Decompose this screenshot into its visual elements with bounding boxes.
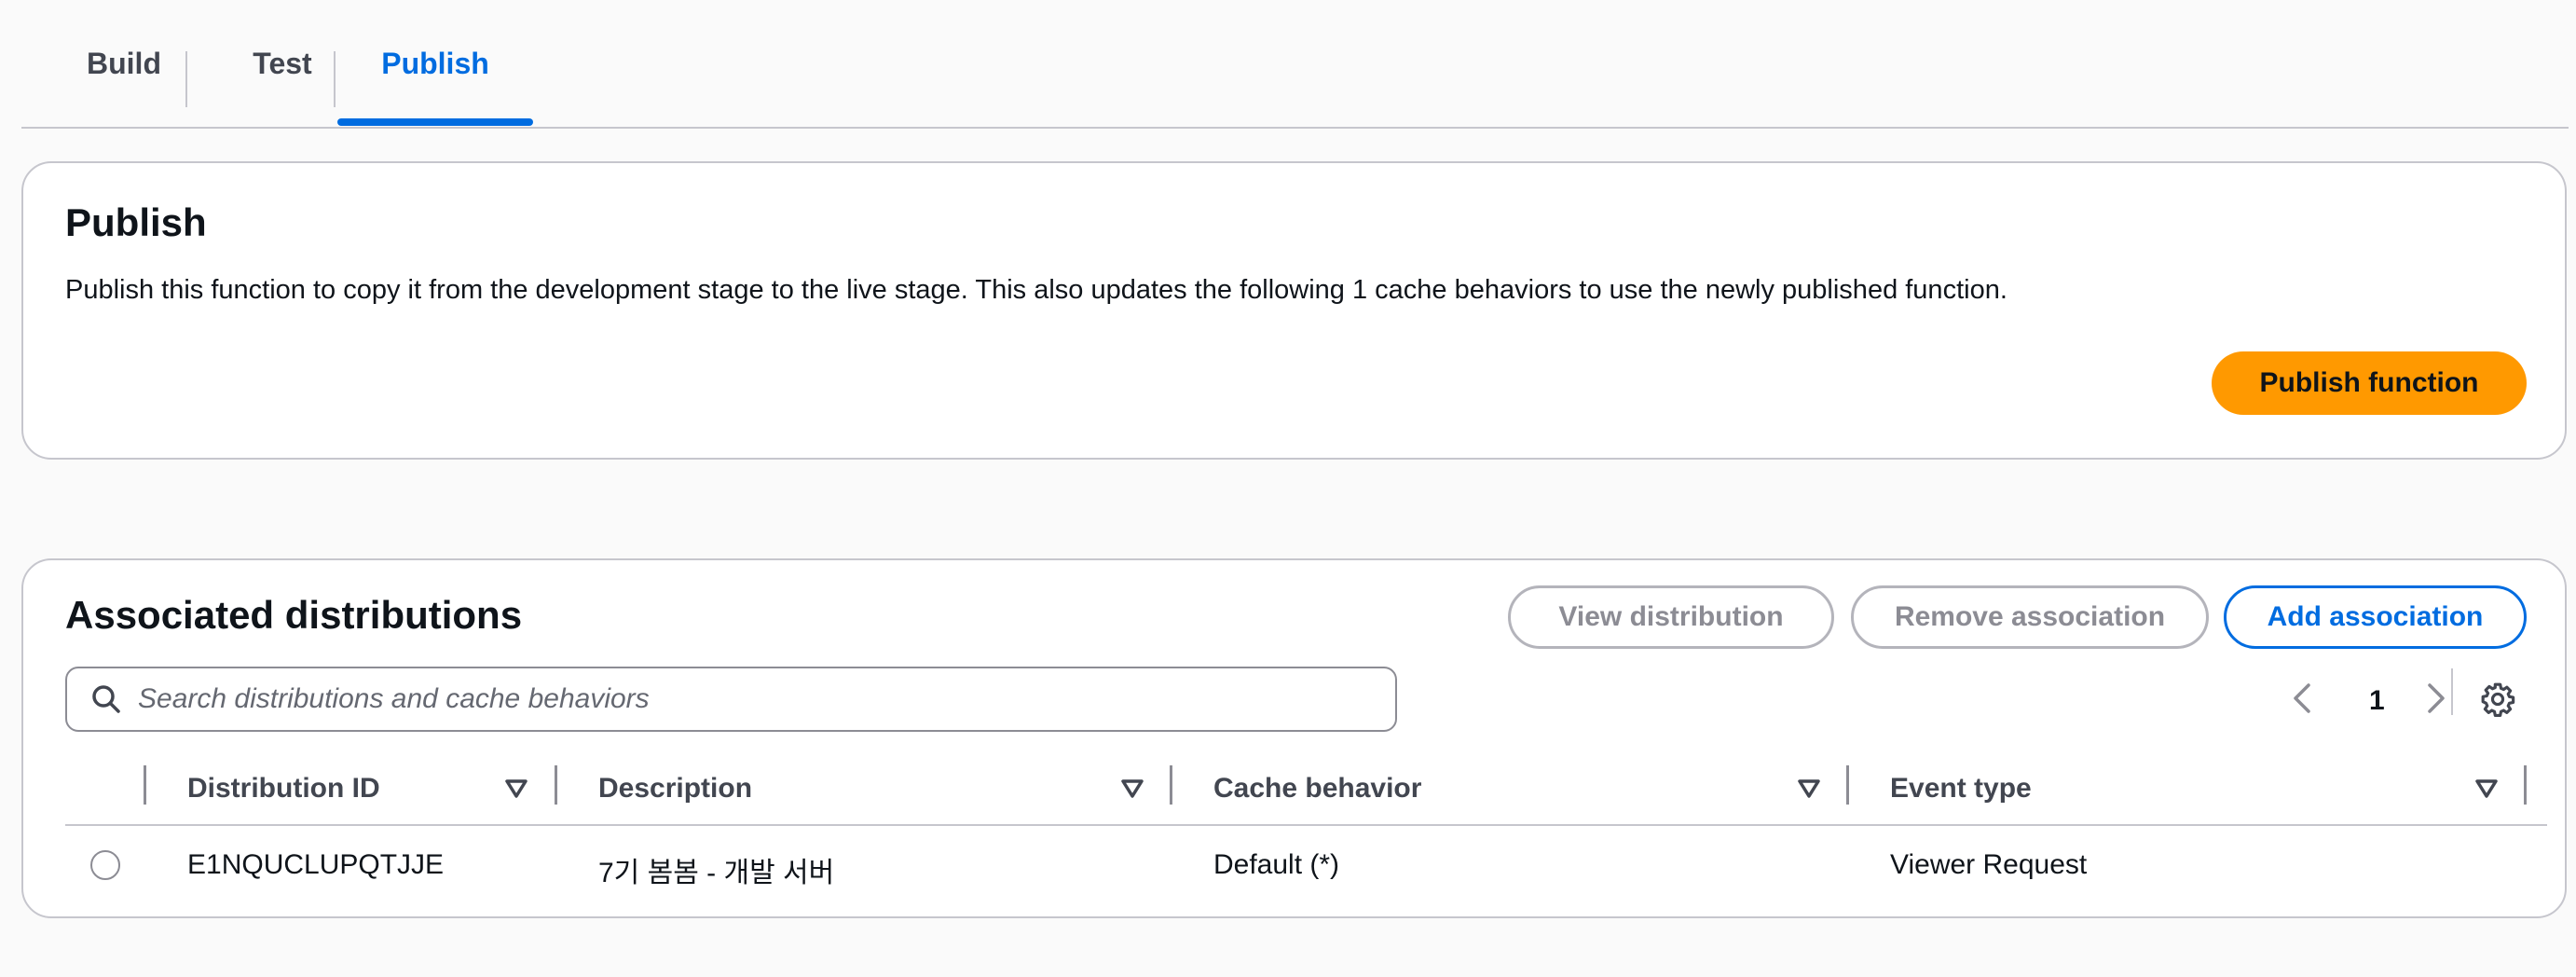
chevron-left-icon[interactable] xyxy=(2290,681,2316,720)
tab-divider xyxy=(185,51,187,107)
search-icon xyxy=(89,682,123,716)
tab-divider xyxy=(334,51,336,107)
column-header-distribution-id[interactable]: Distribution ID xyxy=(187,773,380,805)
cell-event-type: Viewer Request xyxy=(1890,849,2088,880)
column-divider xyxy=(144,765,146,805)
search-input[interactable] xyxy=(136,682,1370,716)
chevron-right-icon[interactable] xyxy=(2422,681,2448,720)
publish-description: Publish this function to copy it from th… xyxy=(65,275,2007,305)
column-header-description[interactable]: Description xyxy=(598,773,752,805)
tab-build[interactable]: Build xyxy=(59,0,189,127)
column-divider xyxy=(1170,765,1172,805)
publish-function-button[interactable]: Publish function xyxy=(2212,351,2527,415)
gear-icon[interactable] xyxy=(2480,681,2515,722)
distributions-title: Associated distributions xyxy=(65,593,523,637)
associated-distributions-card: Associated distributions View distributi… xyxy=(21,558,2567,918)
column-divider xyxy=(2524,765,2527,805)
active-tab-indicator xyxy=(337,118,533,126)
column-divider xyxy=(555,765,557,805)
cell-distribution-id: E1NQUCLUPQTJJE xyxy=(187,849,445,880)
header-divider xyxy=(65,824,2547,826)
sort-down-icon[interactable] xyxy=(1797,777,1821,805)
sort-down-icon[interactable] xyxy=(504,777,528,805)
sort-down-icon[interactable] xyxy=(2474,777,2499,805)
column-divider xyxy=(1846,765,1849,805)
tab-test[interactable]: Test xyxy=(217,0,348,127)
page-number[interactable]: 1 xyxy=(2369,685,2385,717)
publish-card: Publish Publish this function to copy it… xyxy=(21,161,2567,460)
search-box[interactable] xyxy=(65,667,1397,732)
view-distribution-button[interactable]: View distribution xyxy=(1508,585,1834,649)
sort-down-icon[interactable] xyxy=(1120,777,1144,805)
tab-bar: Build Test Publish xyxy=(21,0,2569,129)
column-header-event-type[interactable]: Event type xyxy=(1890,773,2032,805)
cell-cache-behavior: Default (*) xyxy=(1213,849,1340,880)
pager-divider xyxy=(2451,668,2453,715)
remove-association-button[interactable]: Remove association xyxy=(1851,585,2209,649)
tab-publish[interactable]: Publish xyxy=(337,0,533,127)
column-header-cache-behavior[interactable]: Cache behavior xyxy=(1213,773,1421,805)
publish-title: Publish xyxy=(65,200,207,244)
row-select-radio[interactable] xyxy=(90,850,120,880)
add-association-button[interactable]: Add association xyxy=(2224,585,2527,649)
cell-description: 7기 봄봄 - 개발 서버 xyxy=(598,858,835,888)
